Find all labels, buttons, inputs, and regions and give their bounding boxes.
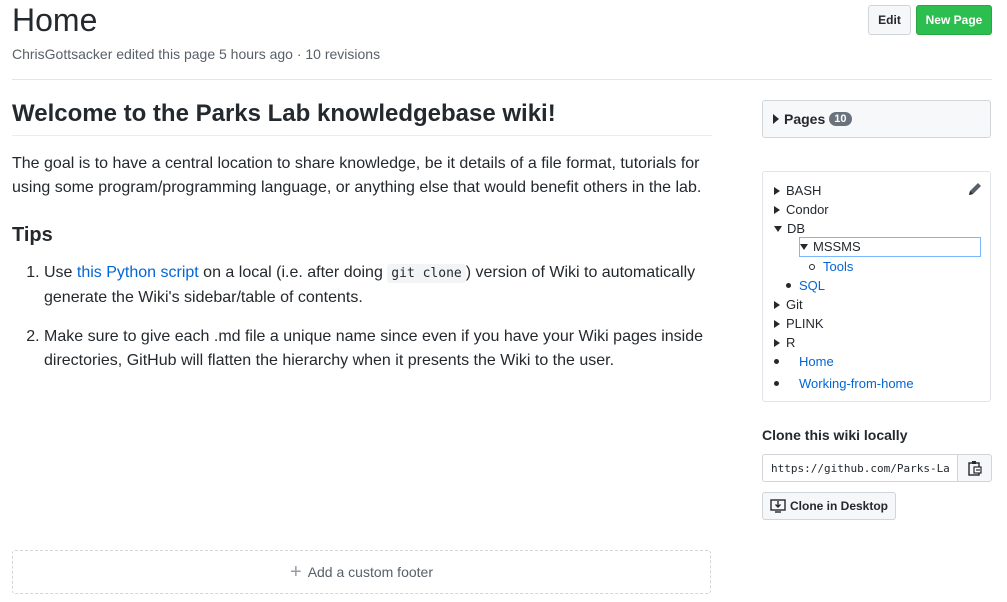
caret-right-icon	[774, 186, 780, 195]
page-meta: ChrisGottsacker edited this page 5 hours…	[12, 46, 381, 62]
pages-toggle[interactable]: Pages 10	[762, 100, 991, 138]
toc-item-sql[interactable]: SQL	[786, 277, 825, 295]
tips-list: Use this Python script on a local (i.e. …	[12, 261, 712, 373]
toc-item-plink[interactable]: PLINK	[774, 315, 824, 333]
toc-link[interactable]: Working-from-home	[799, 376, 914, 391]
sidebar-toc: BASH Condor DB MSSMS Tools SQL Git PLINK…	[762, 171, 991, 402]
clipboard-icon	[967, 461, 982, 476]
toc-label: DB	[787, 221, 806, 236]
tip-item: Make sure to give each .md file a unique…	[44, 325, 712, 373]
toc-item-db[interactable]: DB	[774, 220, 805, 238]
caret-down-icon	[800, 243, 808, 250]
pages-label: Pages	[784, 111, 826, 127]
intro-paragraph: The goal is to have a central location t…	[12, 155, 702, 196]
plus-icon: +	[290, 560, 302, 583]
toc-link[interactable]: Tools	[823, 259, 853, 274]
add-footer-label: Add a custom footer	[307, 564, 433, 580]
wiki-content: Welcome to the Parks Lab knowledgebase w…	[12, 100, 712, 388]
toc-item-home[interactable]: Home	[774, 353, 834, 371]
tip-item: Use this Python script on a local (i.e. …	[44, 261, 712, 310]
toc-item-tools[interactable]: Tools	[809, 258, 853, 276]
toc-link[interactable]: Home	[799, 354, 834, 369]
bullet-icon	[774, 381, 779, 387]
git-clone-code: git clone	[387, 264, 466, 283]
content-heading: Welcome to the Parks Lab knowledgebase w…	[12, 100, 712, 136]
clone-desktop-label: Clone in Desktop	[789, 499, 888, 513]
toc-item-git[interactable]: Git	[774, 296, 803, 314]
edit-button[interactable]: Edit	[868, 5, 911, 35]
copy-clipboard-button[interactable]	[957, 454, 992, 482]
toc-item-working-from-home[interactable]: Working-from-home	[774, 375, 914, 393]
caret-right-icon	[774, 205, 780, 214]
toc-item-mssms[interactable]: MSSMS	[799, 237, 981, 257]
caret-right-icon	[774, 319, 780, 328]
add-custom-footer[interactable]: + Add a custom footer	[12, 550, 711, 594]
new-page-button[interactable]: New Page	[916, 5, 992, 35]
pages-count-badge: 10	[829, 112, 852, 126]
pencil-icon[interactable]	[967, 181, 983, 197]
toc-link[interactable]: SQL	[799, 278, 825, 293]
caret-right-icon	[773, 114, 779, 124]
toc-label: MSSMS	[813, 239, 861, 254]
clone-title: Clone this wiki locally	[762, 427, 908, 443]
python-script-link[interactable]: this Python script	[77, 264, 199, 281]
tips-heading: Tips	[12, 224, 53, 246]
bullet-icon	[774, 359, 779, 365]
caret-down-icon	[774, 225, 782, 232]
toc-item-bash[interactable]: BASH	[774, 182, 821, 200]
tip1-text-middle: on a local (i.e. after doing	[198, 264, 388, 281]
toc-label: PLINK	[786, 316, 824, 331]
toc-label: Git	[786, 297, 803, 312]
toc-label: R	[786, 335, 796, 350]
caret-right-icon	[774, 338, 780, 347]
toc-item-condor[interactable]: Condor	[774, 201, 829, 219]
tip1-text-start: Use	[44, 264, 77, 281]
bullet-circle-icon	[809, 263, 815, 270]
toc-label: Condor	[786, 202, 829, 217]
header-divider	[12, 79, 992, 80]
bullet-icon	[786, 283, 791, 289]
page-title: Home	[12, 2, 98, 38]
desktop-download-icon	[770, 499, 786, 513]
toc-label: BASH	[786, 183, 822, 198]
clone-in-desktop-button[interactable]: Clone in Desktop	[762, 492, 896, 520]
caret-right-icon	[774, 300, 780, 309]
clone-url-input[interactable]	[762, 454, 958, 482]
toc-item-r[interactable]: R	[774, 334, 795, 352]
